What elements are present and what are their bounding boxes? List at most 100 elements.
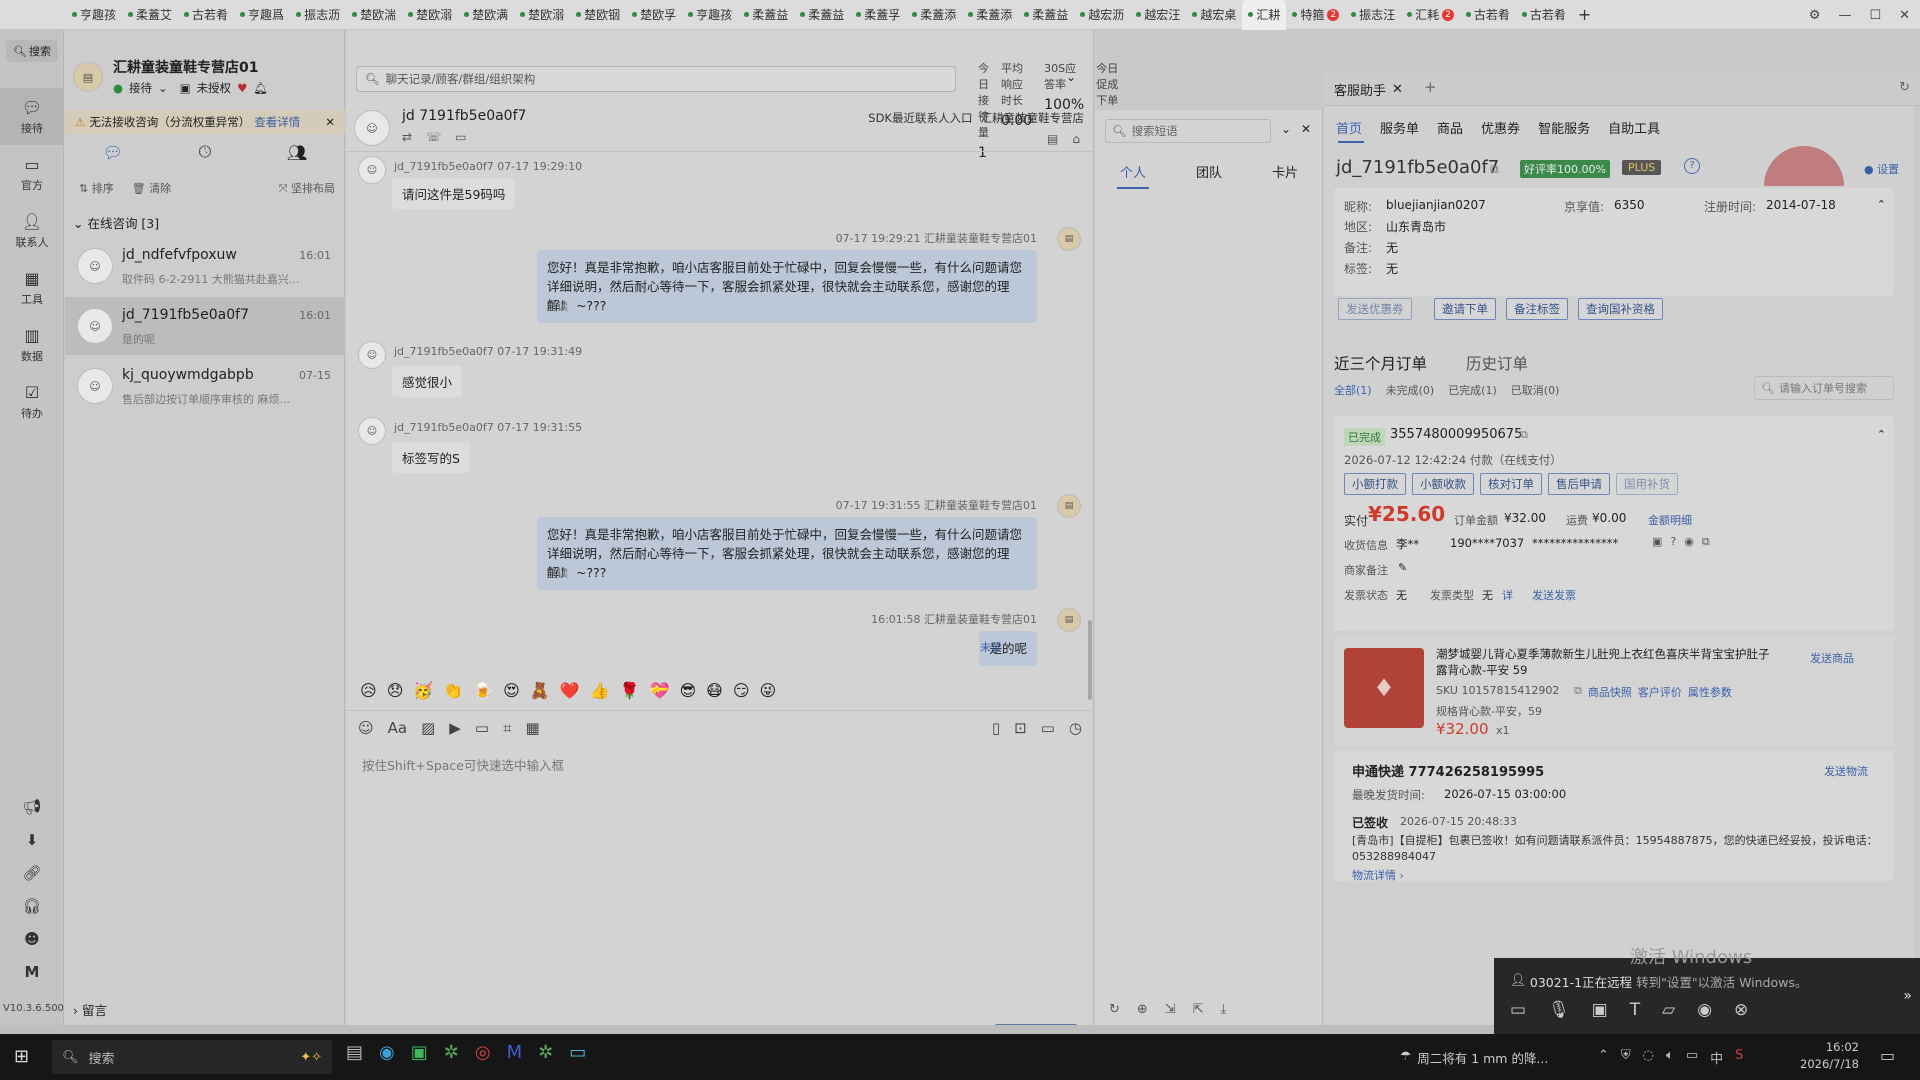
add-tab-button[interactable]: +	[1572, 0, 1597, 30]
message-bubble[interactable]: 您好！真是非常抱歉，咱小店客服目前处于忙碌中，回复会慢慢一些，有什么问题请您详细…	[537, 517, 1037, 590]
top-tab[interactable]: 楚欧铟	[570, 0, 626, 30]
collapse-icon[interactable]: ⌃	[1877, 428, 1886, 441]
message-icon[interactable]: ▭	[455, 130, 466, 144]
clear-button[interactable]: 🗑︎ 清除	[132, 180, 171, 196]
emoji-icon[interactable]: ☺	[358, 719, 374, 737]
quick-reply-icon[interactable]: ▭	[1041, 719, 1055, 737]
quick-emoji[interactable]: 😥	[360, 681, 377, 700]
top-tab[interactable]: 柔蓋艾	[122, 0, 178, 30]
top-tab[interactable]: 越宏沥	[1074, 0, 1130, 30]
megaphone-icon[interactable]: 📢︎	[22, 798, 41, 816]
order-action-button[interactable]: 售后申请	[1548, 473, 1610, 495]
message-bubble[interactable]: 您好！真是非常抱歉，咱小店客服目前处于忙碌中，回复会慢慢一些，有什么问题请您详细…	[537, 250, 1037, 323]
warning-detail-link[interactable]: 查看详情	[254, 114, 300, 130]
top-tab[interactable]: 柔蓋添	[906, 0, 962, 30]
global-search-input[interactable]: 聊天记录/顾客/群组/组织架构	[386, 71, 536, 87]
top-tab[interactable]: 柔蓋益	[1018, 0, 1074, 30]
top-tab[interactable]: 古若肴	[178, 0, 234, 30]
app-star2-icon[interactable]: ✲	[538, 1042, 553, 1063]
quick-emoji[interactable]: 👍	[590, 681, 610, 700]
refresh-icon[interactable]: ↻	[1899, 80, 1910, 95]
order-filter[interactable]: 未完成(0)	[1386, 382, 1435, 398]
quick-emoji[interactable]: 😏	[733, 681, 750, 700]
order-search-input[interactable]: 请输入订单号搜索	[1779, 380, 1867, 396]
phrase-tab[interactable]: 团队	[1196, 162, 1222, 181]
assistant-nav-item[interactable]: 商品	[1437, 118, 1463, 137]
quick-emoji[interactable]: 😜	[760, 681, 777, 700]
windows-start-icon[interactable]: ⊞	[14, 1046, 29, 1067]
rail-item-contact[interactable]: 👤︎ 联系人	[0, 202, 64, 259]
top-tab[interactable]: 楚欧湍	[346, 0, 402, 30]
headset-icon[interactable]: 🎧︎	[22, 897, 41, 915]
quick-emoji[interactable]: 🌹	[620, 681, 640, 700]
logistics-detail-link[interactable]: 物流详情 ›	[1352, 867, 1404, 883]
session-item[interactable]: ☺ jd_7191fb5e0a0f7 16:01 是的呢	[65, 297, 345, 355]
phrase-search[interactable]: 🔍︎ 搜索短语	[1105, 119, 1271, 143]
top-tab[interactable]: 振志沥	[290, 0, 346, 30]
order-action-button[interactable]: 国用补货	[1616, 473, 1678, 495]
setting-link[interactable]: ● 设置	[1864, 161, 1899, 177]
verify-icon[interactable]: ▣	[1652, 535, 1662, 549]
top-tab[interactable]: 楚欧溺	[514, 0, 570, 30]
help-icon[interactable]: ?	[1684, 158, 1700, 174]
rail-item-tools[interactable]: ▦ 工具	[0, 259, 64, 316]
assistant-nav-item[interactable]: 首页	[1336, 118, 1362, 137]
expand-icon[interactable]: »	[1903, 988, 1912, 1004]
text-icon[interactable]: T	[1630, 1000, 1640, 1020]
quick-emoji[interactable]: 👏	[443, 681, 463, 700]
warning-close-icon[interactable]: ✕	[325, 115, 335, 129]
history-orders-tab[interactable]: 历史订单	[1466, 352, 1528, 374]
customer-action-button[interactable]: 邀请下单	[1434, 298, 1496, 320]
maximize-icon[interactable]: ☐	[1869, 8, 1881, 23]
history-clock-icon[interactable]: ◷	[1069, 719, 1082, 737]
phrase-search-input[interactable]: 搜索短语	[1132, 123, 1178, 139]
clock[interactable]: 16:02 2026/7/18	[1800, 1039, 1859, 1073]
app-chat-icon[interactable]: ▭	[569, 1042, 586, 1063]
sdk-entry-link[interactable]: SDK最近联系人入口	[868, 110, 972, 126]
product-name[interactable]: 潮梦城婴儿背心夏季薄款新生儿肚兜上衣红色喜庆半背宝宝护肚子露背心款-平安 59	[1436, 646, 1776, 678]
top-tab[interactable]: 汇耗 2	[1401, 0, 1460, 30]
order-action-button[interactable]: 小额打款	[1344, 473, 1406, 495]
assistant-tab[interactable]: 客服助手 ✕	[1334, 80, 1403, 99]
top-tab[interactable]: 柔蓋益	[738, 0, 794, 30]
settings-icon[interactable]: ⚙	[1809, 8, 1821, 23]
phrase-tab[interactable]: 个人	[1120, 162, 1146, 181]
assistant-nav-item[interactable]: 优惠券	[1481, 118, 1520, 137]
ime-indicator[interactable]: 中	[1710, 1048, 1723, 1067]
import-icon[interactable]: ⇲	[1165, 1002, 1176, 1017]
message-bubble[interactable]: 感觉很小	[392, 366, 463, 397]
top-tab[interactable]: 楚欧溺	[402, 0, 458, 30]
export-icon[interactable]: ⇱	[1193, 1002, 1204, 1017]
mic-icon[interactable]: 🎙︎	[1548, 1000, 1570, 1020]
top-tab[interactable]: 越宏汪	[1130, 0, 1186, 30]
video-icon[interactable]: ▶	[449, 719, 461, 737]
top-tab[interactable]: 楚欧孚	[626, 0, 682, 30]
tab-close-icon[interactable]: ✕	[1392, 82, 1403, 97]
notification-icon[interactable]: ▭	[1880, 1046, 1895, 1065]
phrase-tab[interactable]: 卡片	[1272, 162, 1298, 181]
app-m-icon[interactable]: M	[507, 1042, 523, 1063]
rail-search-button[interactable]: 🔍︎ 搜索	[6, 40, 58, 62]
product-image[interactable]: ♦	[1344, 648, 1424, 728]
quick-emoji[interactable]: 😞	[387, 681, 404, 700]
download-icon[interactable]: ⤓	[1221, 1002, 1227, 1017]
assistant-nav-item[interactable]: 智能服务	[1538, 118, 1590, 137]
folder-icon[interactable]: ▭	[475, 719, 489, 737]
add-icon[interactable]: ⊕	[1137, 1002, 1148, 1017]
link-icon[interactable]: 🔗︎	[22, 864, 41, 882]
download-icon[interactable]: ⬇	[26, 831, 39, 849]
eye-icon[interactable]: ◉	[1684, 535, 1694, 549]
sogou-icon[interactable]: S	[1735, 1048, 1743, 1067]
customer-action-button[interactable]: 备注标签	[1506, 298, 1568, 320]
image-icon[interactable]: ▨	[421, 719, 435, 737]
taskbar-search-input[interactable]: 搜索	[89, 1048, 115, 1067]
session-item[interactable]: ☺ kj_quoywmdgabpb 07-15 售后部边按订单顺序审核的 麻烦...	[65, 357, 345, 415]
message-bubble[interactable]: 标签写的S	[392, 442, 470, 473]
phrase-close-icon[interactable]: ✕	[1301, 122, 1311, 136]
rail-item-official[interactable]: ▭ 官方	[0, 145, 64, 202]
quick-emoji[interactable]: 🥳	[413, 681, 433, 700]
message-input[interactable]: 按住Shift+Space可快速选中输入框	[362, 755, 564, 774]
top-tab[interactable]: 振志汪	[1345, 0, 1401, 30]
status-select[interactable]: 接待	[129, 80, 152, 96]
assistant-nav-item[interactable]: 服务单	[1380, 118, 1419, 137]
